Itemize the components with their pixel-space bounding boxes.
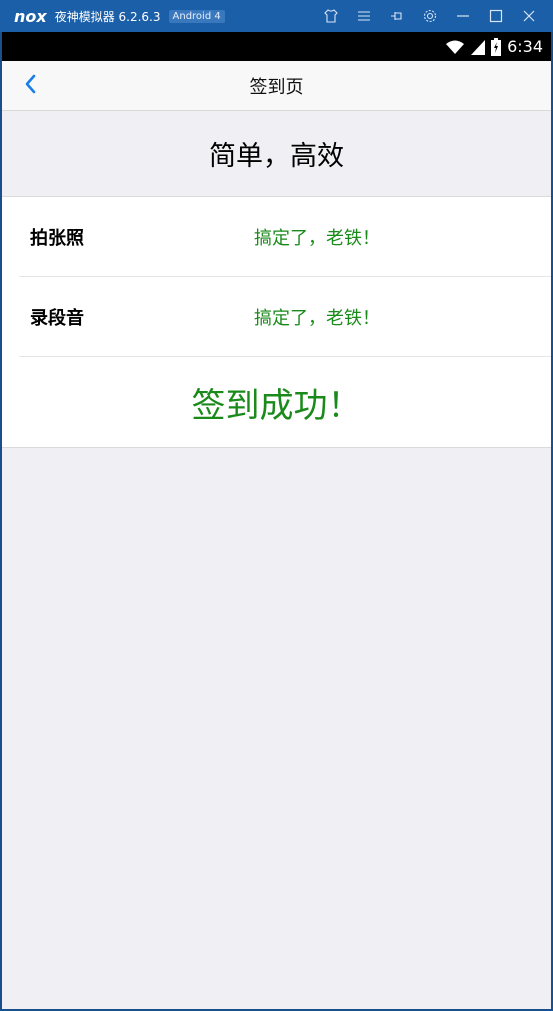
status-time: 6:34	[507, 37, 543, 56]
emulator-titlebar: nox 夜神模拟器 6.2.6.3 Android 4	[0, 0, 553, 32]
chevron-left-icon	[24, 74, 36, 98]
row-label-photo: 拍张照	[30, 227, 84, 249]
battery-icon	[491, 37, 502, 56]
row-status-audio: 搞定了，老铁！	[254, 307, 380, 329]
android-screen: 6:34 签到页 简单，高效 拍张照 搞定了，老铁！ 录段音 搞定了，老铁！ 签…	[2, 32, 551, 1009]
row-label-audio: 录段音	[30, 307, 84, 329]
pin-icon[interactable]	[380, 0, 413, 32]
minimize-icon[interactable]	[446, 0, 479, 32]
wifi-icon	[445, 39, 465, 55]
back-button[interactable]	[16, 73, 44, 99]
maximize-icon[interactable]	[479, 0, 512, 32]
navigation-bar: 签到页	[2, 61, 551, 111]
list-item: 录段音 搞定了，老铁！	[19, 277, 551, 357]
nox-logo: nox	[14, 6, 47, 26]
emulator-title: 夜神模拟器 6.2.6.3	[54, 9, 161, 24]
android-version-badge: Android 4	[168, 9, 225, 23]
list-item: 拍张照 搞定了，老铁！	[19, 197, 551, 277]
menu-icon[interactable]	[347, 0, 380, 32]
signal-icon	[471, 39, 486, 55]
close-icon[interactable]	[512, 0, 545, 32]
status-bar: 6:34	[2, 32, 551, 61]
checkin-card: 拍张照 搞定了，老铁！ 录段音 搞定了，老铁！ 签到成功！	[2, 197, 551, 448]
shirt-icon[interactable]	[314, 0, 347, 32]
gear-icon[interactable]	[413, 0, 446, 32]
banner-heading: 简单，高效	[2, 111, 551, 197]
checkin-success-message: 签到成功！	[191, 385, 362, 426]
page-title: 签到页	[249, 76, 304, 98]
emulator-controls	[314, 0, 545, 32]
row-status-photo: 搞定了，老铁！	[254, 227, 380, 249]
